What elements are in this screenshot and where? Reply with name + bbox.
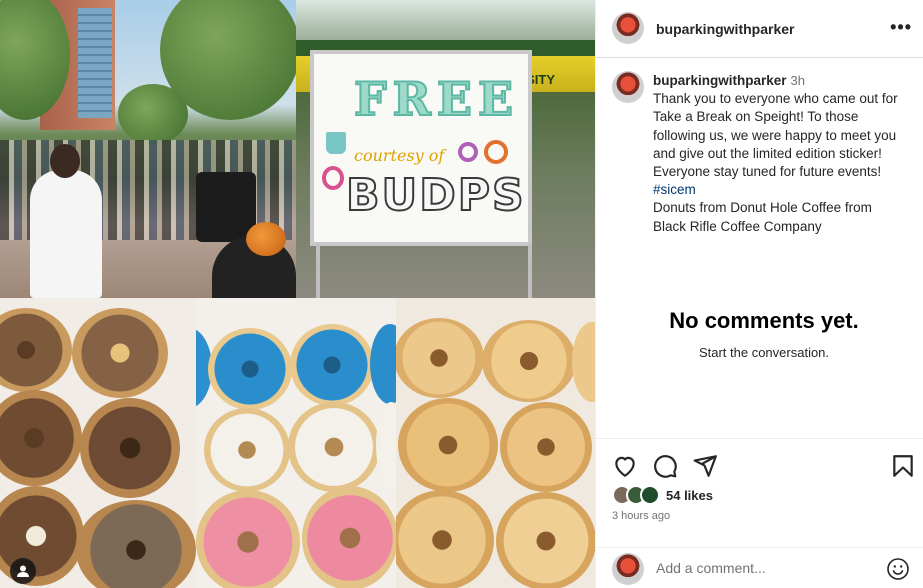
post-timestamp[interactable]: 3 hours ago [612,510,670,522]
caption-line: following us, we were happy to meet you [653,127,897,143]
donut [370,324,396,404]
person [30,144,102,298]
donut [288,402,380,492]
donut [76,500,196,588]
easel-leg [528,244,532,298]
donut [204,408,290,492]
donut [208,328,292,410]
donut [196,490,300,588]
comment-icon[interactable] [652,453,678,479]
easel-leg [316,244,320,298]
donut [72,308,168,398]
donut [302,486,396,588]
donut [496,492,595,588]
post-sidebar: buparkingwithparker ••• buparkingwithpar… [595,0,923,588]
sign-courtesy-text: courtesy of [354,146,445,165]
donut [500,402,592,492]
likes-count[interactable]: 54 likes [666,488,713,503]
pumpkin-decor [246,222,286,256]
donut [396,490,494,588]
donut [0,308,72,392]
donut [376,402,396,488]
caption-line: Take a Break on Speight! To those [653,109,859,125]
donut-drawing [458,142,478,162]
caption-time: 3h [790,73,805,88]
bookmark-icon[interactable] [890,453,916,479]
heart-icon[interactable] [612,453,638,479]
donut [482,320,576,402]
empty-comments-subtitle: Start the conversation. [698,345,830,360]
donut-drawing [484,140,508,164]
post-header: buparkingwithparker ••• [596,0,923,58]
photo-sign: SITY FREE courtesy of BUDPS [296,0,595,298]
header-username[interactable]: buparkingwithparker [656,21,794,37]
donut [80,398,180,498]
sign-free-text: FREE [353,71,520,127]
caption-line: Thank you to everyone who came out for [653,91,898,107]
caption: buparkingwithparker 3h Thank you to every… [653,72,915,236]
donut [398,398,498,492]
comment-bar [596,547,923,588]
donut [0,390,82,486]
empty-comments-title: No comments yet. [669,308,859,333]
photo-glazed-donuts [396,298,595,588]
emoji-icon[interactable] [886,557,910,581]
hashtag-link[interactable]: #sicem [653,182,696,197]
avatar[interactable] [612,12,644,44]
photo-iced-donuts [196,298,396,588]
caption-line: and give out the limited edition sticker… [653,145,882,161]
caption-username[interactable]: buparkingwithparker [653,73,787,88]
donut [396,318,484,398]
share-icon[interactable] [692,453,718,479]
avatar [640,485,660,505]
tree [118,84,188,144]
comment-input[interactable] [656,560,866,576]
caption-line: Everyone stay tuned for future events! [653,164,882,180]
post-media[interactable]: SITY FREE courtesy of BUDPS [0,0,595,588]
action-bar: 54 likes 3 hours ago [596,438,923,588]
caption-line: Donuts from Donut Hole Coffee from [653,200,872,216]
donut [290,324,374,406]
photo-chocolate-donuts [0,298,196,588]
caption-avatar[interactable] [612,71,644,103]
donut-drawing [322,166,344,190]
free-sign: FREE courtesy of BUDPS [310,50,532,246]
caption-line: Black Rifle Coffee Company [653,218,822,234]
more-icon[interactable]: ••• [890,18,912,36]
photo-crowd [0,0,296,298]
donut [572,322,595,402]
user-tag-icon[interactable] [10,558,36,584]
mug-drawing [326,132,346,154]
sign-budps-text: BUDPS [345,169,526,222]
avatar [612,553,644,585]
